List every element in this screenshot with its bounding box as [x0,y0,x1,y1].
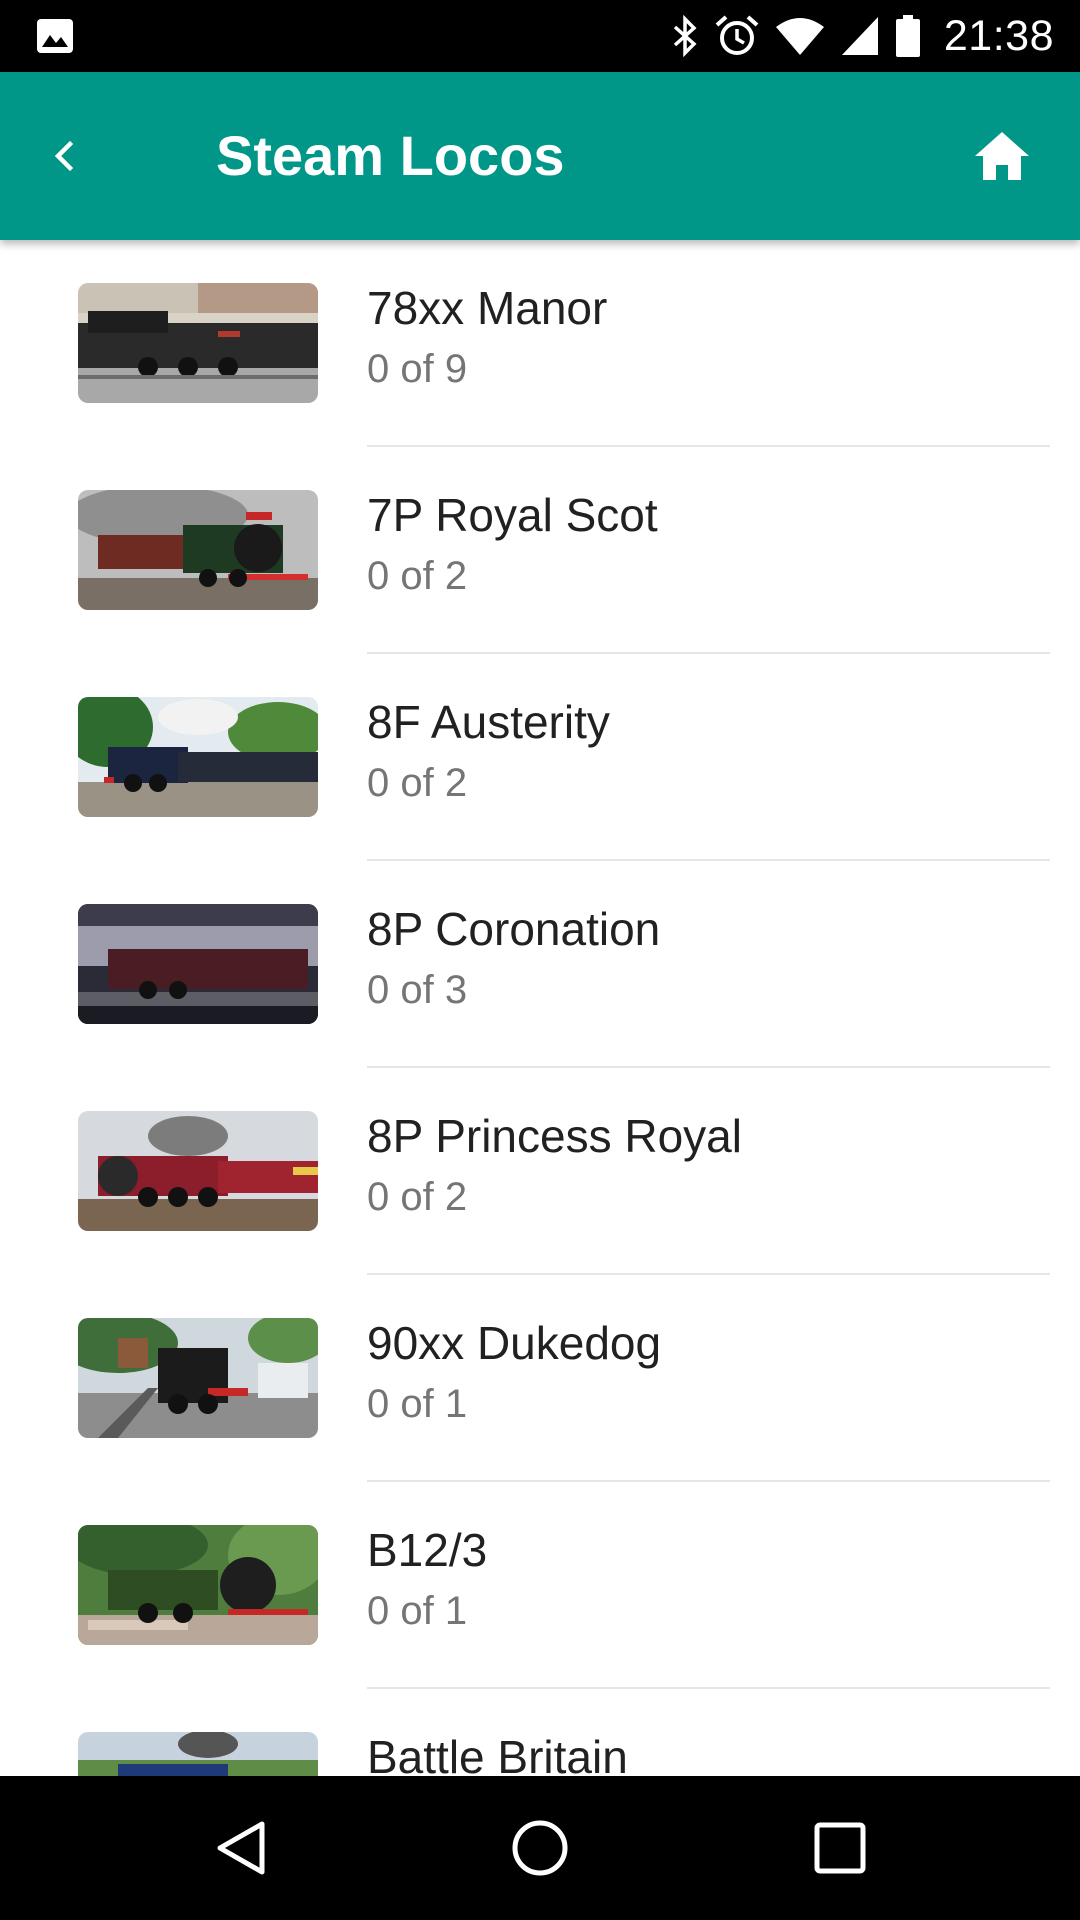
list-item[interactable]: 78xx Manor 0 of 9 [0,240,1080,447]
loco-name: 90xx Dukedog [367,1317,662,1369]
loco-name: 78xx Manor [367,282,608,334]
bluetooth-icon [673,14,697,58]
loco-name: 7P Royal Scot [367,489,658,541]
cellular-signal-icon [841,17,878,55]
home-button[interactable] [964,118,1040,194]
loco-count: 0 of 1 [367,1589,468,1633]
list-item[interactable]: 7P Royal Scot 0 of 2 [0,447,1080,654]
loco-thumbnail [78,1318,318,1438]
system-nav-bar [0,1776,1080,1920]
status-icons: 21:38 [656,0,1054,72]
loco-name: 8F Austerity [367,696,610,748]
list-item[interactable]: Battle Britain [0,1689,1080,1776]
page-title: Steam Locos [216,124,565,187]
loco-count: 0 of 1 [367,1382,468,1426]
home-icon [975,132,1029,180]
loco-name: B12/3 [367,1524,488,1576]
loco-count: 0 of 2 [367,1175,468,1219]
status-time: 21:38 [943,11,1054,60]
loco-name: 8P Princess Royal [367,1110,742,1162]
loco-name: 8P Coronation [367,903,661,955]
loco-thumbnail [78,1732,318,1776]
battery-icon [895,15,920,57]
wifi-icon [775,18,824,55]
loco-count: 0 of 2 [367,554,468,598]
loco-thumbnail [78,697,318,817]
back-button[interactable] [30,122,98,190]
loco-count: 0 of 3 [367,968,468,1012]
home-circle-icon [512,1820,568,1876]
loco-list[interactable]: 78xx Manor 0 of 9 7P Royal Scot 0 of 2 8… [0,240,1080,1776]
nav-back-button[interactable] [190,1798,290,1898]
list-item[interactable]: 90xx Dukedog 0 of 1 [0,1275,1080,1482]
status-bar: 21:38 [0,0,1080,72]
alarm-icon [715,15,759,55]
app-bar: Steam Locos [0,72,1080,240]
list-item[interactable]: 8P Coronation 0 of 3 [0,861,1080,1068]
loco-thumbnail [78,1111,318,1231]
loco-name: Battle Britain [367,1731,628,1776]
recents-square-icon [814,1822,866,1874]
loco-thumbnail [78,904,318,1024]
list-item[interactable]: 8F Austerity 0 of 2 [0,654,1080,861]
loco-thumbnail [78,1525,318,1645]
image-notification-icon [37,19,73,53]
loco-count: 0 of 2 [367,761,468,805]
list-item[interactable]: B12/3 0 of 1 [0,1482,1080,1689]
back-triangle-icon [217,1821,265,1875]
loco-count: 0 of 9 [367,347,468,391]
loco-thumbnail [78,490,318,610]
chevron-left-icon [54,140,74,172]
nav-recents-button[interactable] [790,1798,890,1898]
nav-home-button[interactable] [490,1798,590,1898]
list-item[interactable]: 8P Princess Royal 0 of 2 [0,1068,1080,1275]
loco-thumbnail [78,283,318,403]
